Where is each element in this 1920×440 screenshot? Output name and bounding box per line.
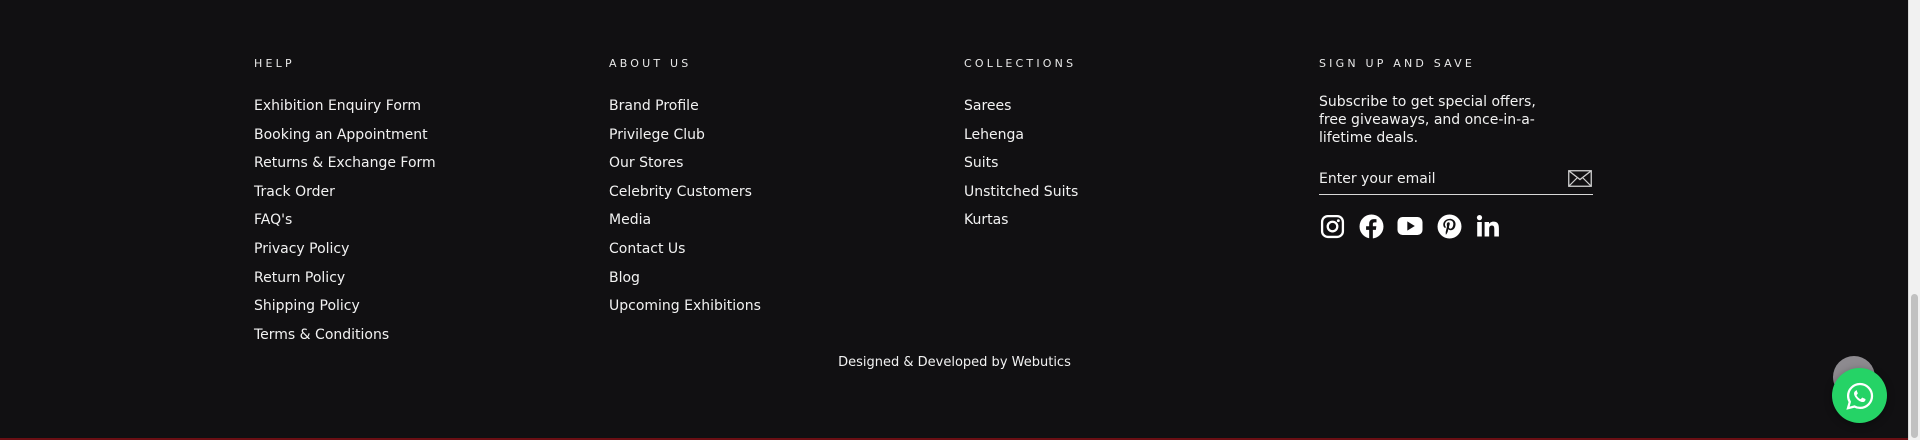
site-footer: HELP Exhibition Enquiry Form Booking an … xyxy=(0,0,1909,440)
footer-link-sarees[interactable]: Sarees xyxy=(964,96,1011,116)
about-title: ABOUT US xyxy=(609,57,692,70)
list-item: Terms & Conditions xyxy=(254,324,436,353)
footer-link-booking-appointment[interactable]: Booking an Appointment xyxy=(254,125,428,145)
list-item: Sarees xyxy=(964,95,1078,124)
footer-link-return-policy[interactable]: Return Policy xyxy=(254,268,345,288)
list-item: Exhibition Enquiry Form xyxy=(254,95,436,124)
list-item: Suits xyxy=(964,152,1078,181)
about-column: ABOUT US Brand Profile Privilege Club Ou… xyxy=(609,56,761,324)
list-item: Return Policy xyxy=(254,267,436,296)
list-item: Kurtas xyxy=(964,209,1078,238)
linkedin-icon xyxy=(1476,215,1499,237)
footer-link-brand-profile[interactable]: Brand Profile xyxy=(609,96,699,116)
list-item: Upcoming Exhibitions xyxy=(609,295,761,324)
youtube-icon xyxy=(1397,217,1423,235)
footer-link-lehenga[interactable]: Lehenga xyxy=(964,125,1024,145)
help-column: HELP Exhibition Enquiry Form Booking an … xyxy=(254,56,436,352)
signup-title: SIGN UP AND SAVE xyxy=(1319,57,1476,70)
footer-link-unstitched-suits[interactable]: Unstitched Suits xyxy=(964,182,1078,202)
footer-link-kurtas[interactable]: Kurtas xyxy=(964,210,1008,230)
page-scrollbar[interactable] xyxy=(1908,0,1920,440)
footer-link-privacy-policy[interactable]: Privacy Policy xyxy=(254,239,349,259)
pinterest-link[interactable] xyxy=(1436,213,1462,239)
list-item: Track Order xyxy=(254,181,436,210)
footer-link-blog[interactable]: Blog xyxy=(609,268,640,288)
list-item: FAQ's xyxy=(254,209,436,238)
help-links: Exhibition Enquiry Form Booking an Appoi… xyxy=(254,95,436,352)
list-item: Media xyxy=(609,209,761,238)
footer-link-terms[interactable]: Terms & Conditions xyxy=(254,325,389,345)
subscribe-button[interactable] xyxy=(1567,169,1593,189)
collections-title: COLLECTIONS xyxy=(964,57,1077,70)
list-item: Celebrity Customers xyxy=(609,181,761,210)
footer-link-contact-us[interactable]: Contact Us xyxy=(609,239,685,259)
signup-description: Subscribe to get special offers, free gi… xyxy=(1319,94,1536,146)
footer-link-exhibition-enquiry[interactable]: Exhibition Enquiry Form xyxy=(254,96,421,116)
list-item: Booking an Appointment xyxy=(254,124,436,153)
whatsapp-icon xyxy=(1845,382,1873,410)
footer-link-our-stores[interactable]: Our Stores xyxy=(609,153,683,173)
scrollbar-thumb[interactable] xyxy=(1911,294,1918,438)
footer-link-faqs[interactable]: FAQ's xyxy=(254,210,292,230)
footer-link-celebrity-customers[interactable]: Celebrity Customers xyxy=(609,182,752,202)
footer-credit: Designed & Developed by Webutics xyxy=(838,355,1071,370)
list-item: Returns & Exchange Form xyxy=(254,152,436,181)
facebook-link[interactable] xyxy=(1358,213,1384,239)
list-item: Lehenga xyxy=(964,124,1078,153)
list-item: Brand Profile xyxy=(609,95,761,124)
footer-link-privilege-club[interactable]: Privilege Club xyxy=(609,125,705,145)
email-field[interactable] xyxy=(1319,170,1539,187)
social-links xyxy=(1319,213,1595,239)
instagram-icon xyxy=(1320,214,1344,238)
footer-link-suits[interactable]: Suits xyxy=(964,153,998,173)
linkedin-link[interactable] xyxy=(1475,213,1501,239)
footer-link-returns-exchange[interactable]: Returns & Exchange Form xyxy=(254,153,436,173)
list-item: Unstitched Suits xyxy=(964,181,1078,210)
list-item: Shipping Policy xyxy=(254,295,436,324)
whatsapp-chat-button[interactable] xyxy=(1832,368,1887,423)
instagram-link[interactable] xyxy=(1319,213,1345,239)
list-item: Privacy Policy xyxy=(254,238,436,267)
facebook-icon xyxy=(1359,214,1383,239)
newsletter-form xyxy=(1319,163,1593,195)
list-item: Contact Us xyxy=(609,238,761,267)
about-links: Brand Profile Privilege Club Our Stores … xyxy=(609,95,761,324)
youtube-link[interactable] xyxy=(1397,213,1423,239)
footer-link-shipping-policy[interactable]: Shipping Policy xyxy=(254,296,360,316)
envelope-icon xyxy=(1568,170,1592,187)
help-title: HELP xyxy=(254,57,295,70)
collections-column: COLLECTIONS Sarees Lehenga Suits Unstitc… xyxy=(964,56,1078,238)
list-item: Our Stores xyxy=(609,152,761,181)
pinterest-icon xyxy=(1437,214,1461,238)
footer-link-media[interactable]: Media xyxy=(609,210,651,230)
footer-link-upcoming-exhibitions[interactable]: Upcoming Exhibitions xyxy=(609,296,761,316)
list-item: Blog xyxy=(609,267,761,296)
signup-column: SIGN UP AND SAVE Subscribe to get specia… xyxy=(1319,56,1595,239)
footer-link-track-order[interactable]: Track Order xyxy=(254,182,335,202)
collections-links: Sarees Lehenga Suits Unstitched Suits Ku… xyxy=(964,95,1078,238)
list-item: Privilege Club xyxy=(609,124,761,153)
